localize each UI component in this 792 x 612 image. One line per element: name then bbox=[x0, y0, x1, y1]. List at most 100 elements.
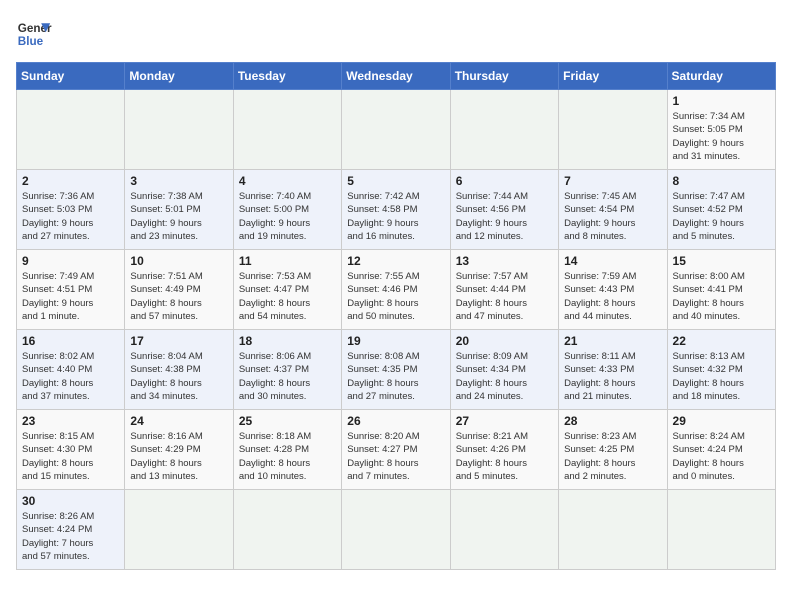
calendar-cell bbox=[559, 90, 667, 170]
day-sun-info: Sunrise: 7:42 AM Sunset: 4:58 PM Dayligh… bbox=[347, 190, 444, 243]
day-number: 12 bbox=[347, 254, 444, 268]
day-number: 8 bbox=[673, 174, 770, 188]
calendar-header: SundayMondayTuesdayWednesdayThursdayFrid… bbox=[17, 63, 776, 90]
calendar-body: 1Sunrise: 7:34 AM Sunset: 5:05 PM Daylig… bbox=[17, 90, 776, 570]
calendar-cell: 4 Sunrise: 7:40 AM Sunset: 5:00 PM Daylig… bbox=[233, 170, 341, 250]
day-sun-info: Sunrise: 8:06 AM Sunset: 4:37 PM Dayligh… bbox=[239, 350, 336, 403]
calendar-week-3: 9 Sunrise: 7:49 AM Sunset: 4:51 PM Daylig… bbox=[17, 250, 776, 330]
day-number: 3 bbox=[130, 174, 227, 188]
day-number: 29 bbox=[673, 414, 770, 428]
calendar-cell bbox=[342, 490, 450, 570]
calendar-cell bbox=[450, 490, 558, 570]
day-number: 30 bbox=[22, 494, 119, 508]
day-number: 11 bbox=[239, 254, 336, 268]
day-sun-info: Sunrise: 7:51 AM Sunset: 4:49 PM Dayligh… bbox=[130, 270, 227, 323]
calendar-cell bbox=[17, 90, 125, 170]
logo: General Blue bbox=[16, 16, 52, 52]
day-number: 7 bbox=[564, 174, 661, 188]
calendar-cell: 22 Sunrise: 8:13 AM Sunset: 4:32 PM Dayli… bbox=[667, 330, 775, 410]
day-number: 2 bbox=[22, 174, 119, 188]
calendar-week-6: 30Sunrise: 8:26 AM Sunset: 4:24 PM Dayli… bbox=[17, 490, 776, 570]
calendar-week-2: 2Sunrise: 7:36 AM Sunset: 5:03 PM Daylig… bbox=[17, 170, 776, 250]
calendar-cell bbox=[667, 490, 775, 570]
day-sun-info: Sunrise: 7:40 AM Sunset: 5:00 PM Dayligh… bbox=[239, 190, 336, 243]
day-number: 4 bbox=[239, 174, 336, 188]
weekday-header-sunday: Sunday bbox=[17, 63, 125, 90]
calendar-cell: 25Sunrise: 8:18 AM Sunset: 4:28 PM Dayli… bbox=[233, 410, 341, 490]
day-sun-info: Sunrise: 8:08 AM Sunset: 4:35 PM Dayligh… bbox=[347, 350, 444, 403]
calendar-cell: 26Sunrise: 8:20 AM Sunset: 4:27 PM Dayli… bbox=[342, 410, 450, 490]
day-number: 20 bbox=[456, 334, 553, 348]
calendar-cell: 28Sunrise: 8:23 AM Sunset: 4:25 PM Dayli… bbox=[559, 410, 667, 490]
day-sun-info: Sunrise: 8:11 AM Sunset: 4:33 PM Dayligh… bbox=[564, 350, 661, 403]
calendar-cell: 17 Sunrise: 8:04 AM Sunset: 4:38 PM Dayli… bbox=[125, 330, 233, 410]
day-sun-info: Sunrise: 8:02 AM Sunset: 4:40 PM Dayligh… bbox=[22, 350, 119, 403]
calendar-cell: 15 Sunrise: 8:00 AM Sunset: 4:41 PM Dayli… bbox=[667, 250, 775, 330]
calendar-table: SundayMondayTuesdayWednesdayThursdayFrid… bbox=[16, 62, 776, 570]
calendar-cell: 10 Sunrise: 7:51 AM Sunset: 4:49 PM Dayli… bbox=[125, 250, 233, 330]
calendar-cell: 27Sunrise: 8:21 AM Sunset: 4:26 PM Dayli… bbox=[450, 410, 558, 490]
day-number: 15 bbox=[673, 254, 770, 268]
calendar-cell bbox=[125, 490, 233, 570]
day-number: 9 bbox=[22, 254, 119, 268]
calendar-cell: 30Sunrise: 8:26 AM Sunset: 4:24 PM Dayli… bbox=[17, 490, 125, 570]
day-number: 24 bbox=[130, 414, 227, 428]
day-sun-info: Sunrise: 8:00 AM Sunset: 4:41 PM Dayligh… bbox=[673, 270, 770, 323]
day-sun-info: Sunrise: 8:04 AM Sunset: 4:38 PM Dayligh… bbox=[130, 350, 227, 403]
day-sun-info: Sunrise: 8:15 AM Sunset: 4:30 PM Dayligh… bbox=[22, 430, 119, 483]
weekday-header-row: SundayMondayTuesdayWednesdayThursdayFrid… bbox=[17, 63, 776, 90]
day-number: 1 bbox=[673, 94, 770, 108]
day-number: 19 bbox=[347, 334, 444, 348]
calendar-cell: 19 Sunrise: 8:08 AM Sunset: 4:35 PM Dayli… bbox=[342, 330, 450, 410]
day-number: 16 bbox=[22, 334, 119, 348]
calendar-cell: 5 Sunrise: 7:42 AM Sunset: 4:58 PM Daylig… bbox=[342, 170, 450, 250]
calendar-cell: 21Sunrise: 8:11 AM Sunset: 4:33 PM Dayli… bbox=[559, 330, 667, 410]
calendar-week-5: 23 Sunrise: 8:15 AM Sunset: 4:30 PM Dayli… bbox=[17, 410, 776, 490]
day-sun-info: Sunrise: 7:53 AM Sunset: 4:47 PM Dayligh… bbox=[239, 270, 336, 323]
day-number: 5 bbox=[347, 174, 444, 188]
day-sun-info: Sunrise: 8:16 AM Sunset: 4:29 PM Dayligh… bbox=[130, 430, 227, 483]
weekday-header-wednesday: Wednesday bbox=[342, 63, 450, 90]
calendar-cell: 23 Sunrise: 8:15 AM Sunset: 4:30 PM Dayli… bbox=[17, 410, 125, 490]
calendar-cell: 13Sunrise: 7:57 AM Sunset: 4:44 PM Dayli… bbox=[450, 250, 558, 330]
weekday-header-tuesday: Tuesday bbox=[233, 63, 341, 90]
day-number: 18 bbox=[239, 334, 336, 348]
day-sun-info: Sunrise: 8:13 AM Sunset: 4:32 PM Dayligh… bbox=[673, 350, 770, 403]
day-number: 17 bbox=[130, 334, 227, 348]
calendar-cell bbox=[450, 90, 558, 170]
calendar-cell: 7Sunrise: 7:45 AM Sunset: 4:54 PM Daylig… bbox=[559, 170, 667, 250]
calendar-cell: 3 Sunrise: 7:38 AM Sunset: 5:01 PM Daylig… bbox=[125, 170, 233, 250]
calendar-cell: 12 Sunrise: 7:55 AM Sunset: 4:46 PM Dayli… bbox=[342, 250, 450, 330]
day-sun-info: Sunrise: 7:49 AM Sunset: 4:51 PM Dayligh… bbox=[22, 270, 119, 323]
day-number: 27 bbox=[456, 414, 553, 428]
day-number: 14 bbox=[564, 254, 661, 268]
day-number: 13 bbox=[456, 254, 553, 268]
day-number: 23 bbox=[22, 414, 119, 428]
calendar-cell: 20 Sunrise: 8:09 AM Sunset: 4:34 PM Dayli… bbox=[450, 330, 558, 410]
weekday-header-saturday: Saturday bbox=[667, 63, 775, 90]
calendar-cell bbox=[233, 490, 341, 570]
day-sun-info: Sunrise: 8:18 AM Sunset: 4:28 PM Dayligh… bbox=[239, 430, 336, 483]
calendar-cell: 24 Sunrise: 8:16 AM Sunset: 4:29 PM Dayli… bbox=[125, 410, 233, 490]
weekday-header-thursday: Thursday bbox=[450, 63, 558, 90]
day-sun-info: Sunrise: 8:24 AM Sunset: 4:24 PM Dayligh… bbox=[673, 430, 770, 483]
calendar-week-1: 1Sunrise: 7:34 AM Sunset: 5:05 PM Daylig… bbox=[17, 90, 776, 170]
weekday-header-friday: Friday bbox=[559, 63, 667, 90]
calendar-cell bbox=[342, 90, 450, 170]
calendar-cell: 6Sunrise: 7:44 AM Sunset: 4:56 PM Daylig… bbox=[450, 170, 558, 250]
calendar-cell: 29 Sunrise: 8:24 AM Sunset: 4:24 PM Dayli… bbox=[667, 410, 775, 490]
day-sun-info: Sunrise: 7:55 AM Sunset: 4:46 PM Dayligh… bbox=[347, 270, 444, 323]
day-number: 10 bbox=[130, 254, 227, 268]
calendar-cell: 18 Sunrise: 8:06 AM Sunset: 4:37 PM Dayli… bbox=[233, 330, 341, 410]
calendar-cell bbox=[559, 490, 667, 570]
day-sun-info: Sunrise: 8:09 AM Sunset: 4:34 PM Dayligh… bbox=[456, 350, 553, 403]
calendar-cell: 14Sunrise: 7:59 AM Sunset: 4:43 PM Dayli… bbox=[559, 250, 667, 330]
calendar-cell: 1Sunrise: 7:34 AM Sunset: 5:05 PM Daylig… bbox=[667, 90, 775, 170]
generalblue-logo-icon: General Blue bbox=[16, 16, 52, 52]
calendar-week-4: 16 Sunrise: 8:02 AM Sunset: 4:40 PM Dayli… bbox=[17, 330, 776, 410]
day-sun-info: Sunrise: 8:23 AM Sunset: 4:25 PM Dayligh… bbox=[564, 430, 661, 483]
calendar-cell bbox=[125, 90, 233, 170]
svg-text:Blue: Blue bbox=[18, 35, 44, 48]
day-number: 22 bbox=[673, 334, 770, 348]
day-sun-info: Sunrise: 7:38 AM Sunset: 5:01 PM Dayligh… bbox=[130, 190, 227, 243]
